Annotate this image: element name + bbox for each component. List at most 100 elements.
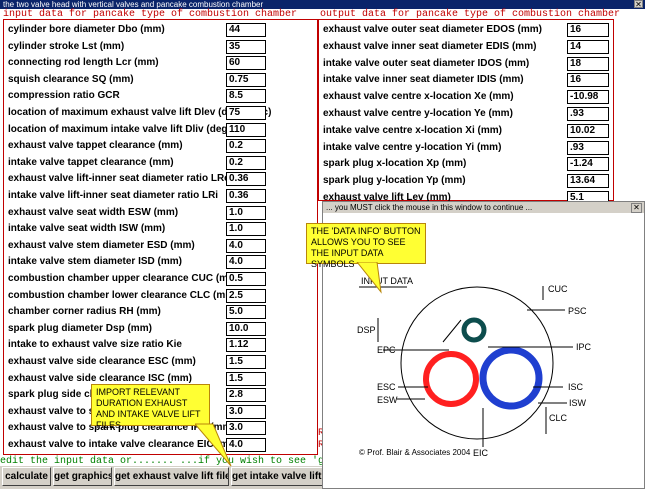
dsp-dim (442, 319, 462, 343)
input-value-field[interactable]: 4.0 (226, 238, 266, 253)
input-value-field[interactable]: 1.5 (226, 371, 266, 386)
input-value-field[interactable]: 10.0 (226, 321, 266, 336)
input-value-field[interactable]: 110 (226, 122, 266, 137)
input-value-field[interactable]: 2.8 (226, 388, 266, 403)
input-row: exhaust valve lift-inner seat diameter r… (4, 172, 317, 189)
input-value-field[interactable]: 5.0 (226, 305, 266, 320)
eic-label: EIC (473, 448, 489, 458)
input-row: intake valve lift-inner seat diameter ra… (4, 189, 317, 206)
input-label: intake to exhaust valve size ratio Kie (8, 339, 182, 351)
input-value-field[interactable]: 35 (226, 39, 266, 54)
input-value-field[interactable]: 1.0 (226, 205, 266, 220)
input-row: location of maximum intake valve lift Dl… (4, 122, 317, 140)
input-value-field[interactable]: 0.2 (226, 155, 266, 170)
get-graphics-button[interactable]: get graphics (53, 467, 112, 486)
esw-label: ESW (377, 395, 398, 405)
input-row: connecting rod length Lcr (mm) 60 (4, 56, 317, 73)
input-label: intake valve seat width ISW (mm) (8, 223, 166, 235)
close-icon[interactable]: ✕ (634, 0, 643, 9)
output-value-field: 10.02 (567, 123, 609, 138)
input-label: spark plug side cl (8, 389, 93, 401)
input-value-field[interactable]: 0.36 (226, 189, 266, 203)
window-title: the two valve head with vertical valves … (3, 0, 264, 9)
epc-label: EPC (377, 345, 396, 355)
input-label: location of maximum intake valve lift Dl… (8, 123, 257, 135)
input-value-field[interactable]: 4.0 (226, 255, 266, 270)
output-value-field: .93 (567, 140, 609, 155)
input-label: squish clearance SQ (mm) (8, 73, 134, 85)
input-value-field[interactable]: 0.75 (226, 72, 266, 87)
input-row: cylinder bore diameter Dbo (mm) 44 (4, 23, 317, 40)
output-label: exhaust valve centre y-location Ye (mm) (323, 108, 513, 119)
input-value-field[interactable]: 3.0 (226, 404, 266, 419)
output-value-field: 18 (567, 56, 609, 71)
output-value-field: 13.64 (567, 174, 609, 189)
input-label: exhaust valve stem diameter ESD (mm) (8, 239, 195, 251)
input-value-field[interactable]: 0.36 (226, 172, 266, 187)
output-row: intake valve centre x-location Xi (mm) 10… (319, 123, 613, 141)
output-row: exhaust valve outer seat diameter EDOS (… (319, 23, 613, 40)
output-row: intake valve outer seat diameter IDOS (m… (319, 56, 613, 74)
input-label: exhaust valve side clearance ISC (mm) (8, 372, 192, 384)
input-row: combustion chamber lower clearance CLC (… (4, 288, 317, 306)
output-label: spark plug x-location Xp (mm) (323, 158, 467, 170)
get-intake-lift-button[interactable]: get intake valve lift file (231, 467, 323, 486)
input-row: chamber corner radius RH (mm) 5.0 (4, 305, 317, 322)
input-label: intake valve lift-inner seat diameter ra… (8, 190, 219, 201)
input-value-field[interactable]: 8.5 (226, 89, 266, 104)
input-label: combustion chamber lower clearance CLC (… (8, 289, 238, 301)
input-value-field[interactable]: 75 (226, 106, 266, 120)
output-label: exhaust valve inner seat diameter EDIS (… (323, 40, 537, 52)
input-label: exhaust valve to s (8, 405, 95, 417)
output-label: exhaust valve centre x-location Xe (mm) (323, 91, 514, 103)
import-callout: IMPORT RELEVANT DURATION EXHAUST AND INT… (91, 384, 210, 430)
exhaust-valve (423, 351, 479, 407)
input-label: intake valve tappet clearance (mm) (8, 156, 174, 168)
input-row: exhaust valve side clearance ESC (mm) 1.5 (4, 355, 317, 372)
input-label: spark plug diameter Dsp (mm) (8, 322, 152, 334)
data-info-callout: THE 'DATA INFO' BUTTON ALLOWS YOU TO SEE… (306, 223, 426, 269)
output-value-field: 16 (567, 73, 609, 88)
output-row: exhaust valve inner seat diameter EDIS (… (319, 39, 613, 57)
clc-label: CLC (549, 413, 568, 423)
cuc-label: CUC (548, 284, 568, 294)
input-row: intake to exhaust valve size ratio Kie 1.… (4, 338, 317, 355)
psc-label: PSC (568, 306, 587, 316)
data-info-callout-pointer (356, 262, 382, 294)
input-row: combustion chamber upper clearance CUC (… (4, 272, 317, 289)
input-value-field[interactable]: 2.5 (226, 288, 266, 303)
input-label: chamber corner radius RH (mm) (8, 306, 161, 318)
output-row: spark plug x-location Xp (mm) -1.24 (319, 157, 613, 174)
isw-label: ISW (569, 398, 586, 408)
input-value-field[interactable]: 1.0 (226, 222, 266, 237)
output-row: exhaust valve centre y-location Ye (mm).… (319, 107, 613, 124)
output-value-field: .93 (567, 107, 609, 121)
input-label: cylinder stroke Lst (mm) (8, 40, 125, 52)
input-value-field[interactable]: 0.2 (226, 139, 266, 154)
output-row: intake valve inner seat diameter IDIS (m… (319, 73, 613, 90)
input-label: cylinder bore diameter Dbo (mm) (8, 24, 165, 35)
input-row: cylinder stroke Lst (mm) 35 (4, 39, 317, 57)
input-label: exhaust valve seat width ESW (mm) (8, 206, 179, 218)
get-exhaust-lift-button[interactable]: get exhaust valve lift file (114, 467, 229, 486)
output-row: spark plug y-location Yp (mm) 13.64 (319, 174, 613, 191)
output-label: intake valve inner seat diameter IDIS (m… (323, 74, 524, 86)
input-value-field[interactable]: 60 (226, 56, 266, 71)
input-value-field[interactable]: 0.5 (226, 272, 266, 286)
output-value-field: -1.24 (567, 157, 609, 172)
input-label: exhaust valve side clearance ESC (mm) (8, 356, 196, 367)
input-row: intake valve stem diameter ISD (mm) 4.0 (4, 255, 317, 272)
input-label: exhaust valve lift-inner seat diameter r… (8, 173, 230, 185)
input-label: connecting rod length Lcr (mm) (8, 57, 159, 69)
input-label: intake valve stem diameter ISD (mm) (8, 256, 182, 268)
input-row: exhaust valve seat width ESW (mm) 1.0 (4, 205, 317, 223)
isc-label: ISC (568, 382, 584, 392)
calculate-button[interactable]: calculate (2, 467, 51, 486)
input-value-field[interactable]: 1.12 (226, 338, 266, 353)
input-value-field[interactable]: 44 (226, 23, 266, 37)
output-row: intake valve centre y-location Yi (mm) .9… (319, 140, 613, 158)
output-label: intake valve centre x-location Xi (mm) (323, 124, 502, 136)
window-titlebar: the two valve head with vertical valves … (0, 0, 645, 9)
spark-plug (461, 317, 487, 343)
input-value-field[interactable]: 1.5 (226, 355, 266, 369)
